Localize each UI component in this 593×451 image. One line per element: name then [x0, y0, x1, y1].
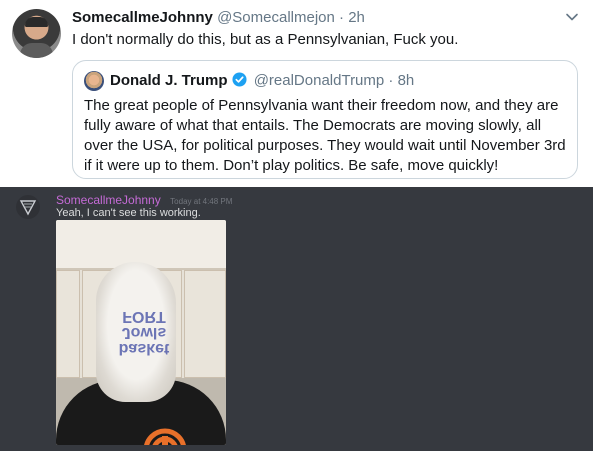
discord-message: SomecallmeJohnny Today at 4:48 PM Yeah, …: [0, 187, 593, 451]
tweet-handle[interactable]: @Somecallmejon: [217, 9, 335, 26]
bag-print-text: basket Jowls FORT: [118, 308, 170, 357]
tweet-display-name[interactable]: SomecallmeJohnny: [72, 9, 213, 26]
tweet-separator: ·: [339, 9, 345, 26]
quoted-display-name[interactable]: Donald J. Trump: [110, 72, 228, 89]
tweet-text: I don't normally do this, but as a Penns…: [72, 31, 459, 48]
bag-print: basket Jowls FORT: [114, 308, 174, 357]
photo-cabinet: [56, 270, 80, 378]
quoted-user-avatar[interactable]: [84, 71, 104, 91]
quoted-tweet-header: Donald J. Trump @realDonaldTrump · 8h: [110, 72, 414, 89]
photo-cabinet: [184, 270, 226, 378]
tweet-time[interactable]: 2h: [348, 9, 365, 26]
attached-photo[interactable]: basket Jowls FORT: [56, 220, 226, 445]
quoted-handle[interactable]: @realDonaldTrump: [254, 72, 385, 89]
discord-message-text: Yeah, I can't see this working.: [56, 207, 201, 219]
verified-badge-icon: [231, 72, 247, 87]
discord-username[interactable]: SomecallmeJohnny: [56, 193, 161, 207]
discord-avatar-icon: [19, 199, 37, 216]
shirt-logo-icon: [144, 428, 186, 445]
avatar-shirt: [20, 43, 53, 58]
avatar-cap: [25, 17, 48, 27]
quoted-tweet[interactable]: Donald J. Trump @realDonaldTrump · 8h Th…: [72, 60, 578, 179]
chevron-down-icon[interactable]: [565, 10, 579, 24]
quoted-tweet-text: The great people of Pennsylvania want th…: [84, 97, 566, 174]
user-avatar[interactable]: [12, 9, 61, 58]
tweet-header: SomecallmeJohnny @Somecallmejon · 2h: [72, 9, 365, 26]
discord-avatar[interactable]: [16, 195, 40, 219]
quoted-separator: ·: [388, 72, 394, 89]
tweet-card: SomecallmeJohnny @Somecallmejon · 2h I d…: [0, 0, 593, 187]
quoted-time[interactable]: 8h: [398, 72, 415, 89]
discord-timestamp: Today at 4:48 PM: [170, 197, 233, 206]
photo-ceiling: [56, 220, 226, 268]
